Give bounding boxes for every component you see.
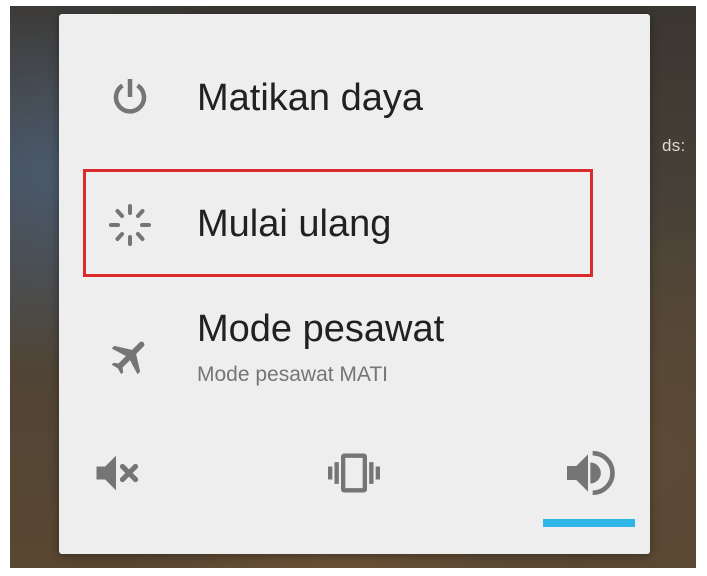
vibrate-button[interactable]	[319, 440, 389, 510]
power-menu-dialog: Matikan daya Mulai ulang Mode pesawat Mo…	[59, 14, 650, 554]
power-off-label: Matikan daya	[197, 77, 424, 119]
volume-button[interactable]	[553, 440, 623, 510]
airplane-icon	[103, 329, 157, 383]
power-off-option[interactable]: Matikan daya	[59, 54, 650, 144]
vibrate-icon	[328, 447, 380, 504]
airplane-mode-status: Mode pesawat MATI	[197, 363, 389, 386]
mute-icon	[90, 447, 142, 504]
restart-highlight-box	[83, 169, 593, 277]
selected-sound-mode-indicator	[543, 519, 635, 527]
power-icon	[103, 70, 157, 124]
airplane-mode-option[interactable]: Mode pesawat Mode pesawat MATI	[59, 299, 650, 409]
volume-icon	[560, 445, 616, 506]
sound-mode-row	[59, 434, 650, 524]
background-partial-text: ds:	[662, 136, 686, 155]
mute-button[interactable]	[81, 440, 151, 510]
airplane-mode-label: Mode pesawat	[197, 308, 445, 350]
